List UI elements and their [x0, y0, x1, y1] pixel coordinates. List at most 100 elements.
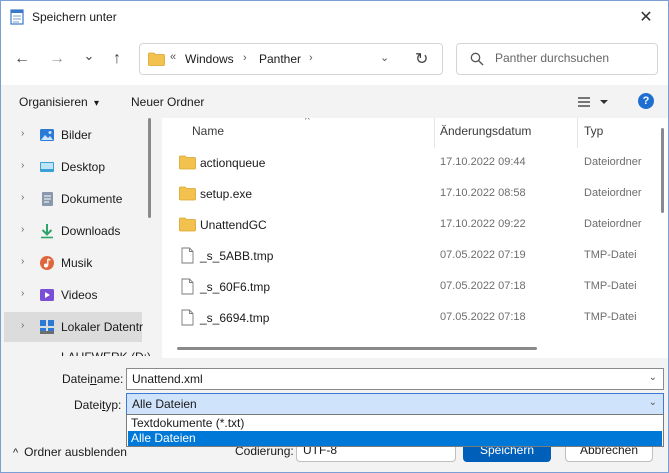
address-bar[interactable]: « Windows › Panther › ⌄ ↻	[139, 43, 443, 75]
table-row[interactable]: _s_60F6.tmp 07.05.2022 07:18 TMP-Datei	[162, 271, 652, 302]
breadcrumb-panther[interactable]: Panther	[259, 52, 301, 66]
file-name: _s_5ABB.tmp	[200, 249, 274, 263]
folder-icon	[179, 217, 196, 232]
table-row[interactable]: actionqueue 17.10.2022 09:44 Dateiordner	[162, 147, 652, 178]
file-type: Dateiordner	[584, 218, 642, 230]
caret-down-icon: ▾	[94, 98, 100, 109]
search-input[interactable]	[495, 51, 645, 65]
arrow-right-icon: →	[49, 50, 65, 67]
help-icon[interactable]: ?	[638, 93, 654, 109]
expand-icon[interactable]: ›	[21, 160, 24, 171]
local-drive-icon	[40, 320, 54, 334]
folder-icon	[179, 186, 196, 201]
file-icon	[181, 247, 194, 264]
sidebar-item-bilder[interactable]: › Bilder	[1, 120, 149, 150]
arrow-up-icon: ↑	[113, 50, 121, 67]
expand-icon[interactable]: ›	[21, 288, 24, 299]
forward-button[interactable]: →	[45, 47, 69, 71]
title-bar: Speichern unter ✕	[1, 1, 668, 33]
hide-folders-button[interactable]: ^ Ordner ausblenden	[13, 445, 127, 459]
sidebar-item-label: Lokaler Datentr	[61, 320, 144, 334]
documents-icon	[42, 192, 53, 206]
filename-field[interactable]: Unattend.xml ⌄	[126, 368, 664, 390]
chevron-up-icon: ^	[13, 447, 19, 459]
chevron-down-icon[interactable]: ⌄	[649, 397, 657, 408]
close-icon: ✕	[639, 9, 653, 26]
address-dropdown-icon[interactable]: ⌄	[380, 51, 389, 64]
column-divider[interactable]	[434, 118, 435, 148]
filename-label: Dateiname:	[62, 372, 124, 386]
downloads-icon	[41, 224, 53, 239]
filetype-dropdown-list: Textdokumente (*.txt) Alle Dateien	[126, 414, 664, 447]
sidebar-item-label: Bilder	[61, 128, 92, 142]
command-bar: Organisieren ▾ Neuer Ordner ?	[1, 85, 668, 118]
sidebar-item-desktop[interactable]: › Desktop	[1, 152, 149, 182]
column-header-type[interactable]: Typ	[584, 124, 603, 138]
expand-icon[interactable]: ›	[21, 192, 24, 203]
file-name: _s_60F6.tmp	[200, 280, 271, 294]
file-icon	[181, 278, 194, 295]
folder-icon	[179, 155, 196, 170]
table-row[interactable]: _s_5ABB.tmp 07.05.2022 07:19 TMP-Datei	[162, 240, 652, 271]
hide-folders-label: Ordner ausblenden	[24, 445, 127, 459]
table-row[interactable]: setup.exe 17.10.2022 08:58 Dateiordner	[162, 178, 652, 209]
search-icon	[470, 52, 484, 66]
file-name: setup.exe	[200, 187, 253, 201]
expand-icon[interactable]: ›	[21, 224, 24, 235]
file-type: Dateiordner	[584, 187, 642, 199]
expand-icon[interactable]: ›	[21, 128, 24, 139]
view-options-icon[interactable]	[576, 93, 612, 111]
column-divider[interactable]	[577, 118, 578, 148]
file-date: 07.05.2022 07:18	[440, 280, 526, 292]
sidebar-item-cut-off: LAUFWERK (D:)	[61, 350, 151, 356]
desktop-icon	[40, 162, 54, 172]
close-button[interactable]: ✕	[624, 1, 668, 33]
file-list-horizontal-scrollbar[interactable]	[177, 347, 537, 350]
organize-button[interactable]: Organisieren ▾	[19, 95, 99, 109]
back-button[interactable]: ←	[10, 47, 34, 71]
navigation-pane-scrollbar[interactable]	[148, 118, 151, 218]
column-header-name[interactable]: Name	[192, 124, 224, 138]
sidebar-item-label: Videos	[61, 288, 98, 302]
file-list: ^ Name Änderungsdatum Typ actionqueue 17…	[162, 118, 668, 358]
breadcrumb-separator: ›	[309, 52, 313, 64]
navigation-bar: ← → ⌄ ↑ « Windows › Panther › ⌄ ↻	[1, 33, 668, 85]
file-type: TMP-Datei	[584, 311, 637, 323]
filetype-option-txt[interactable]: Textdokumente (*.txt)	[128, 416, 662, 431]
file-date: 07.05.2022 07:18	[440, 311, 526, 323]
sidebar-item-local-drive[interactable]: › Lokaler Datentr	[4, 312, 144, 342]
file-date: 17.10.2022 08:58	[440, 187, 526, 199]
expand-icon[interactable]: ›	[21, 320, 24, 331]
column-header-date[interactable]: Änderungsdatum	[440, 124, 531, 138]
sidebar-item-videos[interactable]: › Videos	[1, 280, 149, 310]
sort-ascending-icon: ^	[305, 118, 310, 126]
sidebar-item-label: Dokumente	[61, 192, 123, 206]
sidebar-item-musik[interactable]: › Musik	[1, 248, 149, 278]
filetype-label: Dateityp:	[74, 398, 122, 412]
expand-icon[interactable]: ›	[21, 256, 24, 267]
breadcrumb-overflow[interactable]: «	[170, 51, 176, 63]
file-name: _s_6694.tmp	[200, 311, 270, 325]
table-row[interactable]: _s_6694.tmp 07.05.2022 07:18 TMP-Datei	[162, 302, 652, 333]
notepad-icon	[10, 9, 24, 25]
up-button[interactable]: ↑	[105, 47, 129, 71]
new-folder-button[interactable]: Neuer Ordner	[131, 95, 204, 109]
recent-locations-button[interactable]: ⌄	[77, 44, 101, 68]
file-icon	[181, 309, 194, 326]
file-name: UnattendGC	[200, 218, 267, 232]
navigation-pane: › Bilder › Desktop › Dokumente › Downloa…	[1, 118, 158, 358]
sidebar-item-dokumente[interactable]: › Dokumente	[1, 184, 149, 214]
file-list-vertical-scrollbar[interactable]	[661, 128, 664, 213]
filename-value: Unattend.xml	[132, 372, 203, 386]
table-row[interactable]: UnattendGC 17.10.2022 09:22 Dateiordner	[162, 209, 652, 240]
file-type: Dateiordner	[584, 156, 642, 168]
filetype-value: Alle Dateien	[132, 397, 197, 411]
folder-icon	[148, 52, 165, 66]
refresh-icon[interactable]: ↻	[415, 49, 428, 69]
search-box[interactable]	[456, 43, 658, 75]
filetype-option-all[interactable]: Alle Dateien	[128, 431, 662, 446]
chevron-down-icon[interactable]: ⌄	[649, 372, 657, 383]
filetype-select[interactable]: Alle Dateien ⌄	[126, 393, 664, 415]
breadcrumb-windows[interactable]: Windows	[185, 52, 234, 66]
sidebar-item-downloads[interactable]: › Downloads	[1, 216, 149, 246]
